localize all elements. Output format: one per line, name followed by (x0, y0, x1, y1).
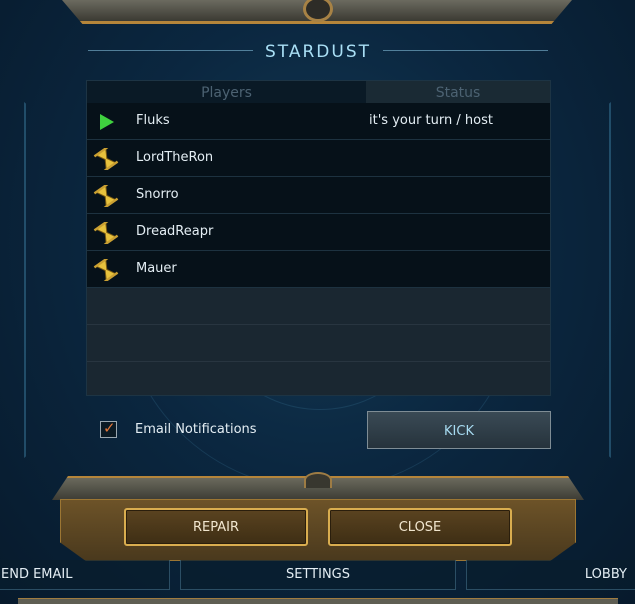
email-notifications-label: Email Notifications (135, 422, 257, 437)
checkmark-icon: ✓ (103, 419, 116, 437)
bottom-edge-frame (18, 598, 618, 604)
table-row[interactable]: Snorro (87, 177, 550, 214)
player-name: LordTheRon (136, 150, 214, 165)
close-button[interactable]: CLOSE (328, 508, 512, 546)
title-header: STARDUST (88, 40, 548, 66)
left-frame-decoration (0, 70, 26, 490)
kick-button[interactable]: KICK (367, 411, 551, 449)
settings-button[interactable]: SETTINGS (180, 560, 456, 590)
table-header: Players Status (87, 81, 550, 103)
send-email-button[interactable]: END EMAIL (0, 560, 170, 590)
player-name: Mauer (136, 261, 177, 276)
hourglass-icon (93, 148, 119, 170)
player-name: DreadReapr (136, 224, 214, 239)
table-row[interactable]: Fluks it's your turn / host (87, 103, 550, 140)
column-header-status[interactable]: Status (366, 81, 550, 103)
player-status: it's your turn / host (369, 113, 493, 128)
empty-slot-row (87, 325, 550, 362)
repair-button[interactable]: REPAIR (124, 508, 308, 546)
table-row[interactable]: DreadReapr (87, 214, 550, 251)
player-name: Snorro (136, 187, 179, 202)
hourglass-icon (93, 259, 119, 281)
email-notifications-checkbox[interactable]: ✓ (100, 419, 117, 438)
bottom-nav: END EMAIL SETTINGS LOBBY (0, 560, 635, 594)
bottom-frame-knob (304, 472, 332, 488)
hourglass-icon (93, 222, 119, 244)
lobby-button[interactable]: LOBBY (466, 560, 635, 590)
play-icon (100, 114, 114, 130)
right-frame-decoration (609, 70, 635, 490)
table-row[interactable]: LordTheRon (87, 140, 550, 177)
game-title: STARDUST (264, 42, 371, 62)
column-header-players[interactable]: Players (87, 81, 366, 103)
empty-slot-row (87, 288, 550, 325)
hourglass-icon (93, 185, 119, 207)
players-table: Players Status Fluks it's your turn / ho… (86, 80, 551, 396)
table-row[interactable]: Mauer (87, 251, 550, 288)
player-name: Fluks (136, 113, 170, 128)
empty-slot-row (87, 362, 550, 395)
